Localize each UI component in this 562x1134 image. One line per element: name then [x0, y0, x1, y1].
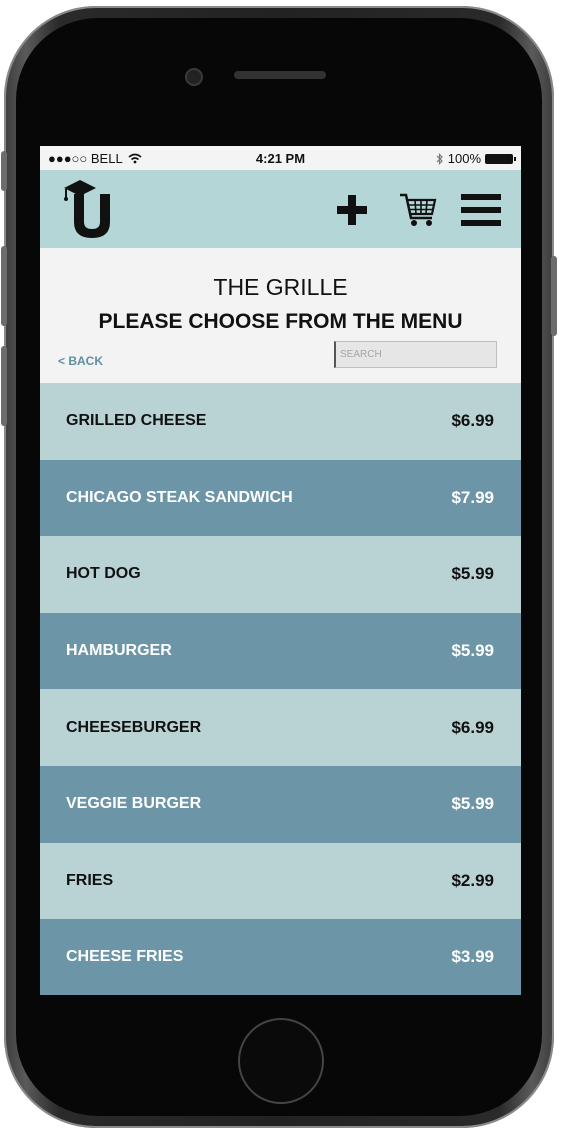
- volume-down-button: [1, 346, 7, 426]
- menu-list: GRILLED CHEESE $6.99 CHICAGO STEAK SANDW…: [40, 383, 521, 995]
- menu-item[interactable]: FRIES $2.99: [40, 842, 521, 920]
- hamburger-menu-icon[interactable]: [461, 192, 501, 228]
- search-input[interactable]: [334, 341, 497, 368]
- bluetooth-icon: [436, 152, 443, 165]
- battery-percent: 100%: [447, 151, 481, 166]
- front-camera: [185, 68, 203, 86]
- menu-item-price: $5.99: [451, 564, 494, 584]
- mute-switch: [1, 151, 7, 191]
- app-bar: [40, 170, 521, 248]
- battery-status: 100%: [436, 151, 516, 166]
- menu-item-price: $5.99: [451, 794, 494, 814]
- menu-item-name: CHICAGO STEAK SANDWICH: [66, 488, 293, 506]
- phone-screen: ●●●○○ BELL 4:21 PM 100% THE GRILLE PLEAS…: [40, 146, 521, 995]
- page-title: THE GRILLE: [213, 274, 348, 300]
- page-header: THE GRILLE PLEASE CHOOSE FROM THE MENU <…: [40, 248, 521, 383]
- shopping-cart-icon[interactable]: [398, 190, 438, 230]
- menu-item[interactable]: GRILLED CHEESE $6.99: [40, 383, 521, 460]
- page-subtitle: PLEASE CHOOSE FROM THE MENU: [98, 310, 463, 333]
- power-button: [551, 256, 557, 336]
- menu-item[interactable]: CHEESE FRIES $3.99: [40, 919, 521, 995]
- menu-item-name: FRIES: [66, 871, 114, 889]
- volume-up-button: [1, 246, 7, 326]
- menu-item[interactable]: HOT DOG $5.99: [40, 536, 521, 613]
- menu-item-price: $6.99: [451, 411, 494, 431]
- menu-item-price: $5.99: [451, 641, 494, 661]
- menu-item-name: HOT DOG: [66, 565, 141, 583]
- battery-icon: [485, 153, 516, 164]
- back-link[interactable]: < BACK: [58, 354, 103, 368]
- home-button[interactable]: [238, 1018, 324, 1104]
- menu-item-price: $7.99: [451, 487, 494, 507]
- earpiece-speaker: [234, 71, 326, 79]
- menu-item[interactable]: HAMBURGER $5.99: [40, 612, 521, 690]
- menu-item[interactable]: CHICAGO STEAK SANDWICH $7.99: [40, 459, 521, 537]
- status-bar: ●●●○○ BELL 4:21 PM 100%: [40, 146, 521, 170]
- menu-item-name: GRILLED CHEESE: [66, 412, 207, 430]
- menu-item[interactable]: VEGGIE BURGER $5.99: [40, 765, 521, 843]
- graduation-cap-u-logo-icon[interactable]: [58, 178, 114, 240]
- menu-item-name: CHEESEBURGER: [66, 718, 202, 736]
- menu-item[interactable]: CHEESEBURGER $6.99: [40, 689, 521, 766]
- plus-icon[interactable]: [334, 192, 370, 228]
- menu-item-name: VEGGIE BURGER: [66, 795, 202, 813]
- menu-item-price: $2.99: [451, 870, 494, 890]
- menu-item-price: $6.99: [451, 717, 494, 737]
- menu-item-name: CHEESE FRIES: [66, 948, 184, 966]
- menu-item-price: $3.99: [451, 947, 494, 967]
- menu-item-name: HAMBURGER: [66, 642, 172, 660]
